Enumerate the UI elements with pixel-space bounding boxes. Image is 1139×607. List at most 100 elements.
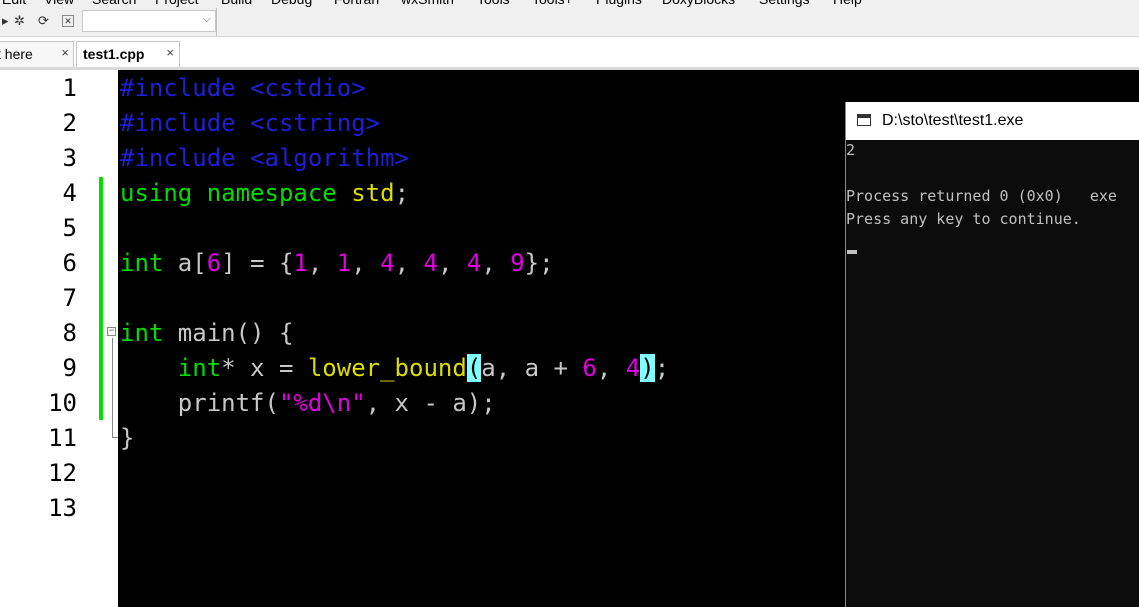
code-token: } bbox=[120, 424, 135, 452]
code-token: 4 bbox=[380, 249, 395, 277]
code-line[interactable]: #include <cstdio> bbox=[120, 71, 366, 106]
code-token: ] = { bbox=[221, 249, 294, 277]
code-token: printf( bbox=[120, 389, 279, 417]
code-token: , bbox=[437, 249, 467, 277]
menu-item-plugins[interactable]: Plugins bbox=[596, 0, 642, 7]
tab-label: test1.cpp bbox=[83, 46, 145, 62]
menu-item-view[interactable]: View bbox=[44, 0, 74, 7]
code-token: #include <cstdio> bbox=[120, 74, 366, 102]
close-icon[interactable]: ✕ bbox=[62, 15, 74, 27]
code-token: a[ bbox=[163, 249, 207, 277]
console-output-line: Press any key to continue. bbox=[846, 210, 1081, 228]
menu-item-settings[interactable]: Settings bbox=[759, 0, 810, 7]
line-number: 5 bbox=[62, 214, 77, 242]
code-token: lower_bound bbox=[307, 354, 467, 382]
code-token: 6 bbox=[582, 354, 597, 382]
code-token: "%d\n" bbox=[278, 389, 366, 417]
code-token: 6 bbox=[206, 249, 222, 277]
code-token: int bbox=[177, 354, 222, 382]
toolbar-combo[interactable]: ⌵ bbox=[82, 10, 216, 32]
code-token: std bbox=[351, 179, 395, 207]
console-output-line: Process returned 0 (0x0) exe bbox=[846, 187, 1117, 205]
tab-test1-cpp[interactable]: test1.cpp × bbox=[76, 41, 180, 67]
code-token: , bbox=[351, 249, 381, 277]
menu-item-help[interactable]: Help bbox=[833, 0, 862, 7]
code-token: 9 bbox=[510, 249, 525, 277]
code-token: 4 bbox=[625, 354, 641, 382]
code-line[interactable]: using namespace std; bbox=[120, 176, 409, 211]
console-output-line: 2 bbox=[846, 141, 856, 159]
code-token: , x - a); bbox=[365, 389, 496, 417]
code-token: , bbox=[481, 249, 511, 277]
code-token: ) bbox=[640, 354, 655, 382]
code-token: 4 bbox=[423, 249, 438, 277]
code-token: }; bbox=[524, 249, 554, 277]
code-line[interactable]: } bbox=[120, 421, 134, 456]
tab-label: t here bbox=[0, 46, 33, 62]
tab-start-here[interactable]: t here × bbox=[0, 41, 74, 67]
code-token: a, a + bbox=[481, 354, 583, 382]
line-number: 12 bbox=[48, 459, 77, 487]
code-token: * x = bbox=[221, 354, 308, 382]
console-title: D:\sto\test\test1.exe bbox=[882, 112, 1024, 129]
menu-item-tools-[interactable]: Tools+ bbox=[532, 0, 573, 7]
line-number: 1 bbox=[62, 74, 77, 102]
line-number: 8 bbox=[62, 319, 77, 347]
line-number: 2 bbox=[62, 109, 77, 137]
code-line[interactable]: int a[6] = {1, 1, 4, 4, 4, 9}; bbox=[120, 246, 554, 281]
code-line[interactable]: printf("%d\n", x - a); bbox=[120, 386, 496, 421]
menu-item-doxyblocks[interactable]: DoxyBlocks bbox=[662, 0, 735, 7]
code-token: using bbox=[120, 179, 193, 207]
code-token: ; bbox=[394, 179, 410, 207]
menu-item-fortran[interactable]: Fortran bbox=[334, 0, 379, 7]
menu-item-build[interactable]: Build bbox=[221, 0, 252, 7]
code-line[interactable]: #include <algorithm> bbox=[120, 141, 409, 176]
code-token: , bbox=[394, 249, 424, 277]
console-title-bar[interactable]: D:\sto\test\test1.exe bbox=[846, 102, 1139, 140]
line-number: 3 bbox=[62, 144, 77, 172]
toolbar-separator bbox=[216, 8, 217, 36]
arrow-right-icon[interactable]: ▸ bbox=[2, 13, 9, 29]
menu-item-search[interactable]: Search bbox=[92, 0, 136, 7]
line-number: 13 bbox=[48, 494, 77, 522]
code-token: ; bbox=[654, 354, 670, 382]
menu-item-project[interactable]: Project bbox=[155, 0, 199, 7]
tab-close-icon[interactable]: × bbox=[166, 45, 174, 60]
refresh-icon[interactable]: ⟳ bbox=[38, 13, 49, 29]
line-number: 7 bbox=[62, 284, 77, 312]
fold-toggle-icon[interactable]: − bbox=[107, 327, 116, 336]
menu-item-tools[interactable]: Tools bbox=[477, 0, 510, 7]
line-number: 9 bbox=[62, 354, 77, 382]
bug-icon[interactable]: ✲ bbox=[14, 13, 25, 29]
menu-item-debug[interactable]: Debug bbox=[271, 0, 312, 7]
chevron-down-icon: ⌵ bbox=[202, 13, 211, 25]
menu-item-edit[interactable]: Edit bbox=[2, 0, 26, 7]
line-number: 10 bbox=[48, 389, 77, 417]
console-cursor bbox=[847, 250, 857, 254]
toolbar: ▸ ✲ ⟳ ✕ ⌵ bbox=[0, 8, 1139, 37]
code-token: int bbox=[120, 249, 164, 277]
code-token: 4 bbox=[466, 249, 482, 277]
code-line[interactable]: int main() { bbox=[120, 316, 293, 351]
fold-line bbox=[112, 338, 113, 438]
changed-lines-marker bbox=[99, 177, 103, 420]
code-token: namespace bbox=[206, 179, 337, 207]
line-number: 4 bbox=[62, 179, 77, 207]
console-app-icon bbox=[857, 114, 871, 126]
menu-item-wxsmith[interactable]: wxSmith bbox=[401, 0, 454, 7]
menu-bar: Edit View Search Project Build Debug Fortran wx… bbox=[0, 0, 1139, 8]
tab-close-icon[interactable]: × bbox=[61, 45, 69, 60]
code-editor[interactable]: #include <cstdio> #include <cstring> #incl… bbox=[118, 70, 845, 607]
line-number: 6 bbox=[62, 249, 77, 277]
code-line[interactable]: int* x = lower_bound(a, a + 6, 4); bbox=[120, 351, 669, 386]
code-token: , bbox=[596, 354, 626, 382]
line-number: 11 bbox=[48, 424, 77, 452]
code-token: ( bbox=[466, 354, 482, 382]
code-token: 1 bbox=[336, 249, 352, 277]
code-token: #include <algorithm> bbox=[120, 144, 409, 172]
console-window[interactable]: D:\sto\test\test1.exe 2 Process returned… bbox=[845, 102, 1139, 607]
code-line[interactable]: #include <cstring> bbox=[120, 106, 380, 141]
